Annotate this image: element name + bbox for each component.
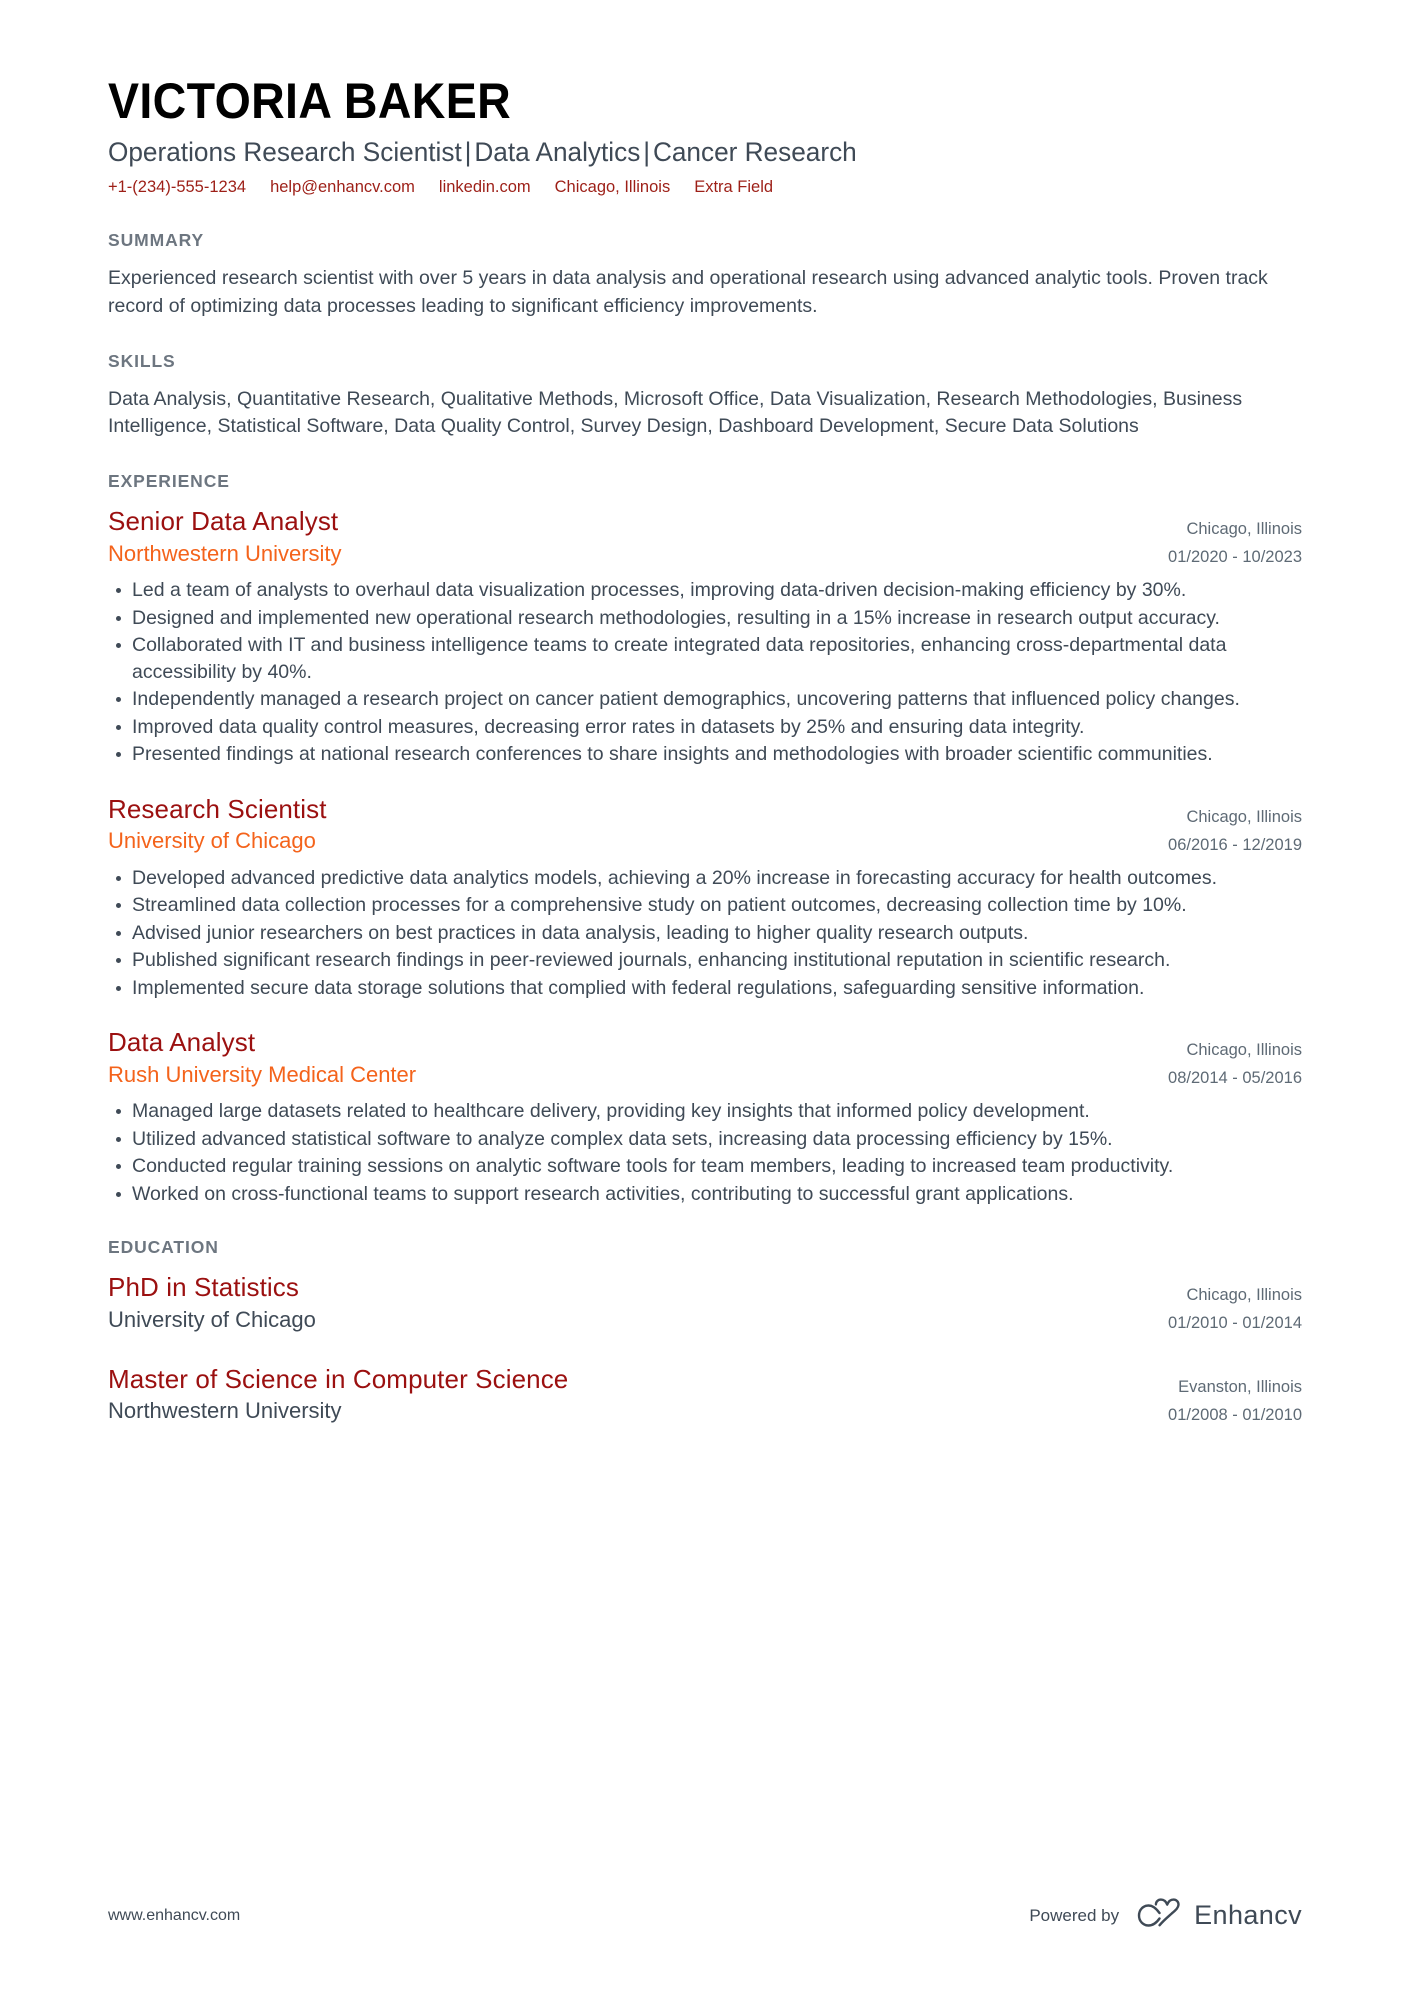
summary-section: SUMMARY Experienced research scientist w…: [108, 230, 1302, 320]
resume-footer: www.enhancv.com Powered by Enhancv: [108, 1898, 1302, 1933]
headline-separator-1: |: [464, 137, 472, 167]
list-item: Presented findings at national research …: [108, 741, 1302, 768]
job-dates: 06/2016 - 12/2019: [1168, 835, 1302, 854]
job-location: Chicago, Illinois: [1186, 1041, 1302, 1060]
headline-part-1: Operations Research Scientist: [108, 137, 462, 167]
degree-location: Chicago, Illinois: [1186, 1286, 1302, 1305]
education-section-title: EDUCATION: [108, 1237, 219, 1258]
job-bullet-list: Managed large datasets related to health…: [108, 1098, 1302, 1207]
job-bullet-list: Led a team of analysts to overhaul data …: [108, 577, 1302, 768]
education-entry-meta: Chicago, Illinois 01/2010 - 01/2014: [1168, 1272, 1302, 1337]
headline-part-2: Data Analytics: [474, 137, 641, 167]
experience-entry-header: Research Scientist University of Chicago…: [108, 794, 1302, 859]
list-item: Managed large datasets related to health…: [108, 1098, 1302, 1125]
powered-by-label: Powered by: [1029, 1905, 1120, 1925]
list-item: Led a team of analysts to overhaul data …: [108, 577, 1302, 604]
candidate-name: VICTORIA BAKER: [108, 73, 512, 129]
experience-entry-meta: Chicago, Illinois 06/2016 - 12/2019: [1168, 794, 1302, 859]
degree-location: Evanston, Illinois: [1178, 1377, 1302, 1396]
experience-entry: Senior Data Analyst Northwestern Univers…: [108, 506, 1302, 768]
list-item: Improved data quality control measures, …: [108, 714, 1302, 741]
education-entry: Master of Science in Computer Science No…: [108, 1364, 1302, 1429]
job-organization: Northwestern University: [108, 540, 342, 566]
footer-brand-area: Powered by Enhancv: [1029, 1898, 1302, 1933]
experience-entry-left: Data Analyst Rush University Medical Cen…: [108, 1027, 1168, 1089]
contact-linkedin[interactable]: linkedin.com: [439, 175, 531, 200]
job-organization: Rush University Medical Center: [108, 1061, 417, 1087]
education-entry: PhD in Statistics University of Chicago …: [108, 1272, 1302, 1337]
education-entry-header: Master of Science in Computer Science No…: [108, 1364, 1302, 1429]
experience-entry-left: Research Scientist University of Chicago: [108, 794, 1168, 856]
job-dates: 01/2020 - 10/2023: [1168, 547, 1302, 566]
job-dates: 08/2014 - 05/2016: [1168, 1069, 1302, 1088]
degree-dates: 01/2010 - 01/2014: [1168, 1314, 1302, 1333]
experience-entry-header: Data Analyst Rush University Medical Cen…: [108, 1027, 1302, 1092]
enhancv-brand-name: Enhancv: [1194, 1900, 1302, 1930]
list-item: Utilized advanced statistical software t…: [108, 1126, 1302, 1153]
experience-entry-meta: Chicago, Illinois 01/2020 - 10/2023: [1168, 506, 1302, 571]
contact-phone[interactable]: +1-(234)-555-1234: [108, 175, 246, 200]
education-entry-header: PhD in Statistics University of Chicago …: [108, 1272, 1302, 1337]
experience-entry-left: Senior Data Analyst Northwestern Univers…: [108, 506, 1168, 568]
contact-row: +1-(234)-555-1234 help@enhancv.com linke…: [108, 175, 1302, 200]
resume-page: VICTORIA BAKER Operations Research Scien…: [0, 0, 1410, 1995]
list-item: Developed advanced predictive data analy…: [108, 865, 1302, 892]
experience-entry-meta: Chicago, Illinois 08/2014 - 05/2016: [1168, 1027, 1302, 1092]
job-bullet-list: Developed advanced predictive data analy…: [108, 865, 1302, 1002]
list-item: Streamlined data collection processes fo…: [108, 892, 1302, 919]
resume-header: VICTORIA BAKER Operations Research Scien…: [108, 74, 1302, 200]
candidate-headline: Operations Research Scientist | Data Analy…: [108, 136, 1266, 168]
degree-institution: University of Chicago: [108, 1307, 316, 1333]
contact-location: Chicago, Illinois: [554, 178, 671, 197]
experience-entry-header: Senior Data Analyst Northwestern Univers…: [108, 506, 1302, 571]
job-title: Senior Data Analyst: [108, 505, 339, 536]
degree-dates: 01/2008 - 01/2010: [1168, 1405, 1302, 1424]
education-entry-meta: Evanston, Illinois 01/2008 - 01/2010: [1168, 1364, 1302, 1429]
experience-section-title: EXPERIENCE: [108, 470, 230, 491]
enhancv-logo-lockup: Enhancv: [1137, 1898, 1302, 1933]
job-location: Chicago, Illinois: [1186, 807, 1302, 826]
enhancv-logo-icon: [1137, 1898, 1183, 1933]
list-item: Collaborated with IT and business intell…: [108, 632, 1302, 685]
skills-text: Data Analysis, Quantitative Research, Qu…: [108, 387, 1243, 438]
education-entry-left: Master of Science in Computer Science No…: [108, 1364, 1168, 1426]
headline-part-3: Cancer Research: [652, 137, 857, 167]
job-title: Data Analyst: [108, 1027, 256, 1058]
list-item: Independently managed a research project…: [108, 686, 1302, 713]
list-item: Advised junior researchers on best pract…: [108, 920, 1302, 947]
list-item: Designed and implemented new operational…: [108, 605, 1302, 632]
experience-entry: Data Analyst Rush University Medical Cen…: [108, 1027, 1302, 1207]
experience-entry: Research Scientist University of Chicago…: [108, 794, 1302, 1002]
footer-website-url[interactable]: www.enhancv.com: [108, 1907, 240, 1925]
summary-section-title: SUMMARY: [108, 230, 205, 251]
skills-section: SKILLS Data Analysis, Quantitative Resea…: [108, 351, 1302, 441]
experience-section: EXPERIENCE Senior Data Analyst Northwest…: [108, 471, 1302, 1208]
education-section: EDUCATION PhD in Statistics University o…: [108, 1237, 1302, 1428]
list-item: Published significant research findings …: [108, 947, 1302, 974]
skills-section-title: SKILLS: [108, 350, 176, 371]
job-location: Chicago, Illinois: [1186, 519, 1302, 538]
education-entry-left: PhD in Statistics University of Chicago: [108, 1272, 1168, 1334]
summary-text: Experienced research scientist with over…: [108, 267, 1268, 317]
degree-institution: Northwestern University: [108, 1398, 342, 1424]
list-item: Conducted regular training sessions on a…: [108, 1153, 1302, 1180]
degree-title: Master of Science in Computer Science: [108, 1363, 569, 1394]
headline-separator-2: |: [643, 137, 651, 167]
list-item: Worked on cross-functional teams to supp…: [108, 1181, 1302, 1208]
job-title: Research Scientist: [108, 793, 327, 824]
job-organization: University of Chicago: [108, 828, 316, 854]
list-item: Implemented secure data storage solution…: [108, 975, 1302, 1002]
contact-email[interactable]: help@enhancv.com: [270, 175, 415, 200]
contact-extra-field: Extra Field: [694, 178, 774, 197]
degree-title: PhD in Statistics: [108, 1272, 299, 1303]
resume-content: VICTORIA BAKER Operations Research Scien…: [108, 74, 1302, 1429]
